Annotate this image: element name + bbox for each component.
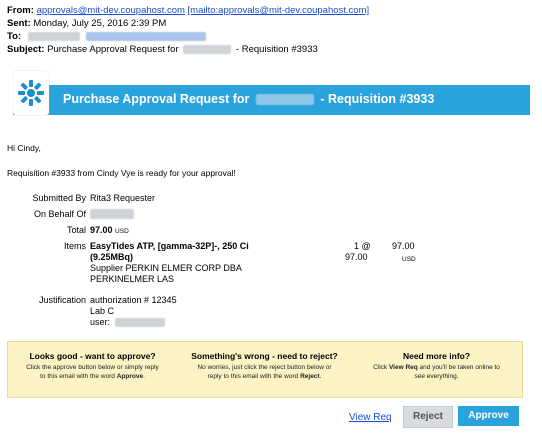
help-box: Looks good - want to approve? Click the … <box>7 341 523 398</box>
greeting: Hi Cindy, <box>7 143 41 153</box>
on-behalf-redacted <box>90 209 134 219</box>
approve-help-period: . <box>143 373 145 380</box>
approve-help-line1: Click the approve button below or simply… <box>26 364 159 371</box>
total-currency: USD <box>115 228 129 235</box>
to-row: To: <box>7 30 207 43</box>
total-label: Total <box>66 225 86 235</box>
approve-button[interactable]: Approve <box>458 406 519 426</box>
subject-row: Subject: Purchase Approval Request for -… <box>7 43 318 56</box>
reject-keyword: Reject <box>300 373 320 380</box>
justification-label: Justification <box>38 295 86 305</box>
more-info-help: Need more info? Click View Req and you'l… <box>354 351 519 381</box>
banner-redacted <box>255 94 314 106</box>
items-label: Items <box>63 241 86 251</box>
item-name-line1: EasyTides ATP, [gamma-32P]-, 250 Ci <box>90 241 249 251</box>
more-info-line2: see everything. <box>414 373 459 380</box>
justification-user-redacted <box>114 318 165 328</box>
from-label: From: <box>7 5 34 16</box>
total-value: 97.00 USD <box>90 225 129 235</box>
more-info-line1c: and you'll be taken online to <box>417 364 500 371</box>
subject-prefix: Purchase Approval Request for <box>47 44 179 55</box>
item-unit-price: 97.00 <box>345 252 368 262</box>
approve-help-body: Click the approve button below or simply… <box>10 363 175 381</box>
sent-label: Sent: <box>7 18 31 29</box>
reject-help-body: No worries, just click the reject button… <box>182 363 347 381</box>
banner-title-suffix: - Requisition #3933 <box>320 92 435 106</box>
item-supplier-line2: PERKINELMER LAS <box>90 274 175 284</box>
justification-user: user: <box>90 317 165 328</box>
coupa-logo-icon <box>13 71 49 115</box>
more-info-title: Need more info? <box>402 351 471 361</box>
subject-suffix: - Requisition #3933 <box>235 44 318 55</box>
approve-help: Looks good - want to approve? Click the … <box>10 351 175 381</box>
total-amount: 97.00 <box>90 225 113 235</box>
approve-help-line2: to this email with the word <box>40 373 117 380</box>
from-mailto-link[interactable]: [mailto:approvals@mit-dev.coupahost.com] <box>188 5 370 16</box>
item-name-line2: (9.25MBq) <box>90 252 134 262</box>
item-supplier-line1: Supplier PERKIN ELMER CORP DBA <box>90 263 242 273</box>
reject-help: Something's wrong - need to reject? No w… <box>182 351 347 381</box>
more-info-body: Click View Req and you'll be taken onlin… <box>354 363 519 381</box>
item-qty: 1 @ <box>354 241 371 251</box>
sent-row: Sent: Monday, July 25, 2016 2:39 PM <box>7 17 166 30</box>
reject-help-line1: No worries, just click the reject button… <box>197 364 332 371</box>
justification-line1: authorization # 12345 <box>90 295 177 305</box>
submitted-by-label: Submitted By <box>32 193 86 203</box>
intro-text: Requisition #3933 from Cindy Vye is read… <box>7 168 236 178</box>
reject-button[interactable]: Reject <box>403 406 453 428</box>
subject-label: Subject: <box>7 44 45 55</box>
view-req-keyword: View Req <box>388 364 418 371</box>
submitted-by-value: Rita3 Requester <box>90 193 156 203</box>
to-name-redacted <box>27 31 80 41</box>
to-address-redacted <box>86 31 207 41</box>
item-total: 97.00 <box>392 241 415 251</box>
on-behalf-label: On Behalf Of <box>33 209 86 219</box>
reject-help-line2: reply to this email with the word <box>207 373 301 380</box>
view-req-link[interactable]: View Req <box>349 408 392 428</box>
approve-help-title: Looks good - want to approve? <box>29 351 156 361</box>
reject-help-title: Something's wrong - need to reject? <box>191 351 338 361</box>
banner-title: Purchase Approval Request for - Requisit… <box>63 92 434 106</box>
banner-title-prefix: Purchase Approval Request for <box>63 92 250 106</box>
from-row: From: approvals@mit-dev.coupahost.com [m… <box>7 4 369 17</box>
subject-redacted <box>183 44 232 54</box>
sent-value: Monday, July 25, 2016 2:39 PM <box>33 18 167 29</box>
more-info-line1a: Click <box>373 364 389 371</box>
reject-help-period: . <box>319 373 322 380</box>
from-address-link[interactable]: approvals@mit-dev.coupahost.com <box>37 5 185 16</box>
to-label: To: <box>7 31 22 42</box>
justification-user-label: user: <box>90 317 111 327</box>
approve-keyword: Approve <box>116 373 144 380</box>
justification-line2: Lab C <box>90 306 115 316</box>
header-banner: Purchase Approval Request for - Requisit… <box>13 85 530 115</box>
item-currency: USD <box>402 256 416 263</box>
